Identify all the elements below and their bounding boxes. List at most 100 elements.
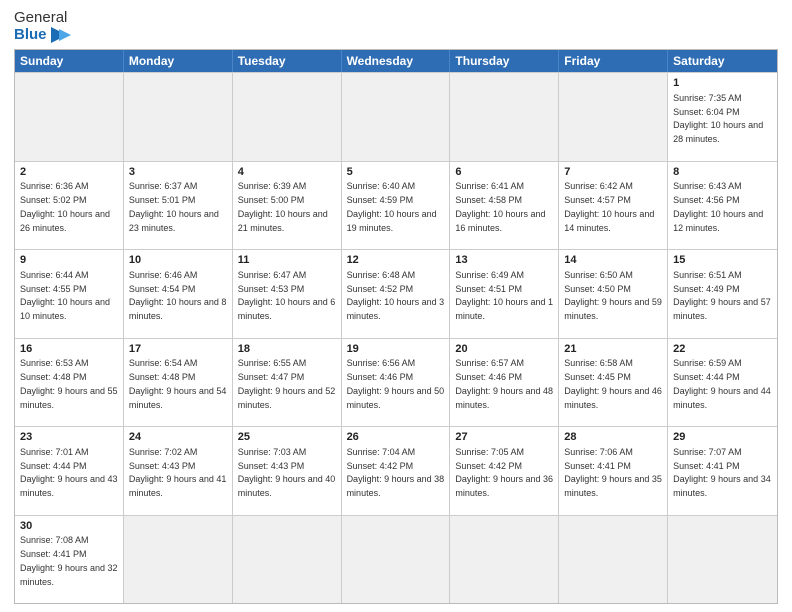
header-day-monday: Monday — [124, 50, 233, 72]
sun-info: Sunrise: 6:42 AM Sunset: 4:57 PM Dayligh… — [564, 181, 654, 232]
calendar-body: 1 Sunrise: 7:35 AM Sunset: 6:04 PM Daylig… — [15, 72, 777, 603]
cal-cell: 21Sunrise: 6:58 AM Sunset: 4:45 PM Dayli… — [559, 339, 668, 427]
sun-info: Sunrise: 6:57 AM Sunset: 4:46 PM Dayligh… — [455, 358, 553, 409]
day-number: 20 — [455, 342, 553, 357]
week-row-3: 16Sunrise: 6:53 AM Sunset: 4:48 PM Dayli… — [15, 338, 777, 427]
cal-cell — [342, 516, 451, 604]
cal-cell: 14Sunrise: 6:50 AM Sunset: 4:50 PM Dayli… — [559, 250, 668, 338]
cal-cell: 6Sunrise: 6:41 AM Sunset: 4:58 PM Daylig… — [450, 162, 559, 250]
cal-cell: 27 Sunrise: 7:05 AM Sunset: 4:42 PM Dayli… — [450, 427, 559, 515]
header-day-friday: Friday — [559, 50, 668, 72]
cal-cell: 20Sunrise: 6:57 AM Sunset: 4:46 PM Dayli… — [450, 339, 559, 427]
day-number: 12 — [347, 253, 445, 268]
calendar-header: SundayMondayTuesdayWednesdayThursdayFrid… — [15, 50, 777, 72]
cal-cell: 8Sunrise: 6:43 AM Sunset: 4:56 PM Daylig… — [668, 162, 777, 250]
week-row-0: 1 Sunrise: 7:35 AM Sunset: 6:04 PM Daylig… — [15, 72, 777, 161]
sun-info: Sunrise: 6:47 AM Sunset: 4:53 PM Dayligh… — [238, 270, 336, 321]
cal-cell: 18Sunrise: 6:55 AM Sunset: 4:47 PM Dayli… — [233, 339, 342, 427]
day-number: 8 — [673, 165, 772, 180]
sun-info: Sunrise: 7:02 AM Sunset: 4:43 PM Dayligh… — [129, 447, 227, 498]
day-number: 9 — [20, 253, 118, 268]
cal-cell: 25 Sunrise: 7:03 AM Sunset: 4:43 PM Dayli… — [233, 427, 342, 515]
cal-cell: 30Sunrise: 7:08 AM Sunset: 4:41 PM Dayli… — [15, 516, 124, 604]
day-number: 15 — [673, 253, 772, 268]
cal-cell: 1 Sunrise: 7:35 AM Sunset: 6:04 PM Daylig… — [668, 73, 777, 161]
cal-cell — [668, 516, 777, 604]
page: General Blue SundayMondayTuesdayWednesda… — [0, 0, 792, 612]
sun-info: Sunrise: 7:03 AM Sunset: 4:43 PM Dayligh… — [238, 447, 336, 498]
day-number: 24 — [129, 430, 227, 445]
sun-info: Sunrise: 6:40 AM Sunset: 4:59 PM Dayligh… — [347, 181, 437, 232]
header-day-sunday: Sunday — [15, 50, 124, 72]
day-number: 14 — [564, 253, 662, 268]
sun-info: Sunrise: 7:05 AM Sunset: 4:42 PM Dayligh… — [455, 447, 553, 498]
sun-info: Sunrise: 7:06 AM Sunset: 4:41 PM Dayligh… — [564, 447, 662, 498]
day-number: 23 — [20, 430, 118, 445]
day-number: 4 — [238, 165, 336, 180]
day-number: 27 — [455, 430, 553, 445]
day-number: 17 — [129, 342, 227, 357]
sun-info: Sunrise: 7:04 AM Sunset: 4:42 PM Dayligh… — [347, 447, 445, 498]
header-day-wednesday: Wednesday — [342, 50, 451, 72]
logo-general: General — [14, 10, 73, 27]
week-row-5: 30Sunrise: 7:08 AM Sunset: 4:41 PM Dayli… — [15, 515, 777, 604]
day-number: 28 — [564, 430, 662, 445]
cal-cell — [233, 516, 342, 604]
sun-info: Sunrise: 6:39 AM Sunset: 5:00 PM Dayligh… — [238, 181, 328, 232]
day-number: 26 — [347, 430, 445, 445]
sun-info: Sunrise: 7:35 AM Sunset: 6:04 PM Dayligh… — [673, 93, 763, 144]
day-number: 5 — [347, 165, 445, 180]
day-number: 18 — [238, 342, 336, 357]
sun-info: Sunrise: 7:07 AM Sunset: 4:41 PM Dayligh… — [673, 447, 771, 498]
day-number: 29 — [673, 430, 772, 445]
week-row-4: 23 Sunrise: 7:01 AM Sunset: 4:44 PM Dayli… — [15, 426, 777, 515]
cal-cell: 24 Sunrise: 7:02 AM Sunset: 4:43 PM Dayli… — [124, 427, 233, 515]
day-number: 10 — [129, 253, 227, 268]
day-number: 1 — [673, 76, 772, 91]
day-number: 30 — [20, 519, 118, 534]
logo-flag-icon — [51, 27, 73, 43]
sun-info: Sunrise: 6:49 AM Sunset: 4:51 PM Dayligh… — [455, 270, 553, 321]
cal-cell: 22Sunrise: 6:59 AM Sunset: 4:44 PM Dayli… — [668, 339, 777, 427]
week-row-1: 2Sunrise: 6:36 AM Sunset: 5:02 PM Daylig… — [15, 161, 777, 250]
cal-cell: 2Sunrise: 6:36 AM Sunset: 5:02 PM Daylig… — [15, 162, 124, 250]
sun-info: Sunrise: 6:54 AM Sunset: 4:48 PM Dayligh… — [129, 358, 227, 409]
day-number: 19 — [347, 342, 445, 357]
cal-cell: 12 Sunrise: 6:48 AM Sunset: 4:52 PM Dayli… — [342, 250, 451, 338]
cal-cell — [233, 73, 342, 161]
day-number: 25 — [238, 430, 336, 445]
header: General Blue — [14, 10, 778, 43]
cal-cell — [559, 516, 668, 604]
day-number: 16 — [20, 342, 118, 357]
logo-blue: Blue — [14, 27, 73, 44]
day-number: 22 — [673, 342, 772, 357]
sun-info: Sunrise: 6:59 AM Sunset: 4:44 PM Dayligh… — [673, 358, 771, 409]
sun-info: Sunrise: 6:56 AM Sunset: 4:46 PM Dayligh… — [347, 358, 445, 409]
sun-info: Sunrise: 6:44 AM Sunset: 4:55 PM Dayligh… — [20, 270, 110, 321]
week-row-2: 9 Sunrise: 6:44 AM Sunset: 4:55 PM Daylig… — [15, 249, 777, 338]
header-day-saturday: Saturday — [668, 50, 777, 72]
cal-cell: 13Sunrise: 6:49 AM Sunset: 4:51 PM Dayli… — [450, 250, 559, 338]
cal-cell: 28 Sunrise: 7:06 AM Sunset: 4:41 PM Dayli… — [559, 427, 668, 515]
cal-cell — [124, 516, 233, 604]
sun-info: Sunrise: 6:36 AM Sunset: 5:02 PM Dayligh… — [20, 181, 110, 232]
cal-cell — [15, 73, 124, 161]
day-number: 6 — [455, 165, 553, 180]
sun-info: Sunrise: 6:43 AM Sunset: 4:56 PM Dayligh… — [673, 181, 763, 232]
sun-info: Sunrise: 6:51 AM Sunset: 4:49 PM Dayligh… — [673, 270, 771, 321]
cal-cell: 15 Sunrise: 6:51 AM Sunset: 4:49 PM Dayli… — [668, 250, 777, 338]
sun-info: Sunrise: 6:55 AM Sunset: 4:47 PM Dayligh… — [238, 358, 336, 409]
sun-info: Sunrise: 6:48 AM Sunset: 4:52 PM Dayligh… — [347, 270, 445, 321]
sun-info: Sunrise: 6:58 AM Sunset: 4:45 PM Dayligh… — [564, 358, 662, 409]
cal-cell — [450, 516, 559, 604]
cal-cell: 7Sunrise: 6:42 AM Sunset: 4:57 PM Daylig… — [559, 162, 668, 250]
cal-cell — [450, 73, 559, 161]
logo: General Blue — [14, 10, 73, 43]
sun-info: Sunrise: 7:01 AM Sunset: 4:44 PM Dayligh… — [20, 447, 118, 498]
cal-cell — [559, 73, 668, 161]
day-number: 3 — [129, 165, 227, 180]
sun-info: Sunrise: 6:53 AM Sunset: 4:48 PM Dayligh… — [20, 358, 118, 409]
cal-cell: 26 Sunrise: 7:04 AM Sunset: 4:42 PM Dayli… — [342, 427, 451, 515]
day-number: 2 — [20, 165, 118, 180]
cal-cell: 29 Sunrise: 7:07 AM Sunset: 4:41 PM Dayli… — [668, 427, 777, 515]
